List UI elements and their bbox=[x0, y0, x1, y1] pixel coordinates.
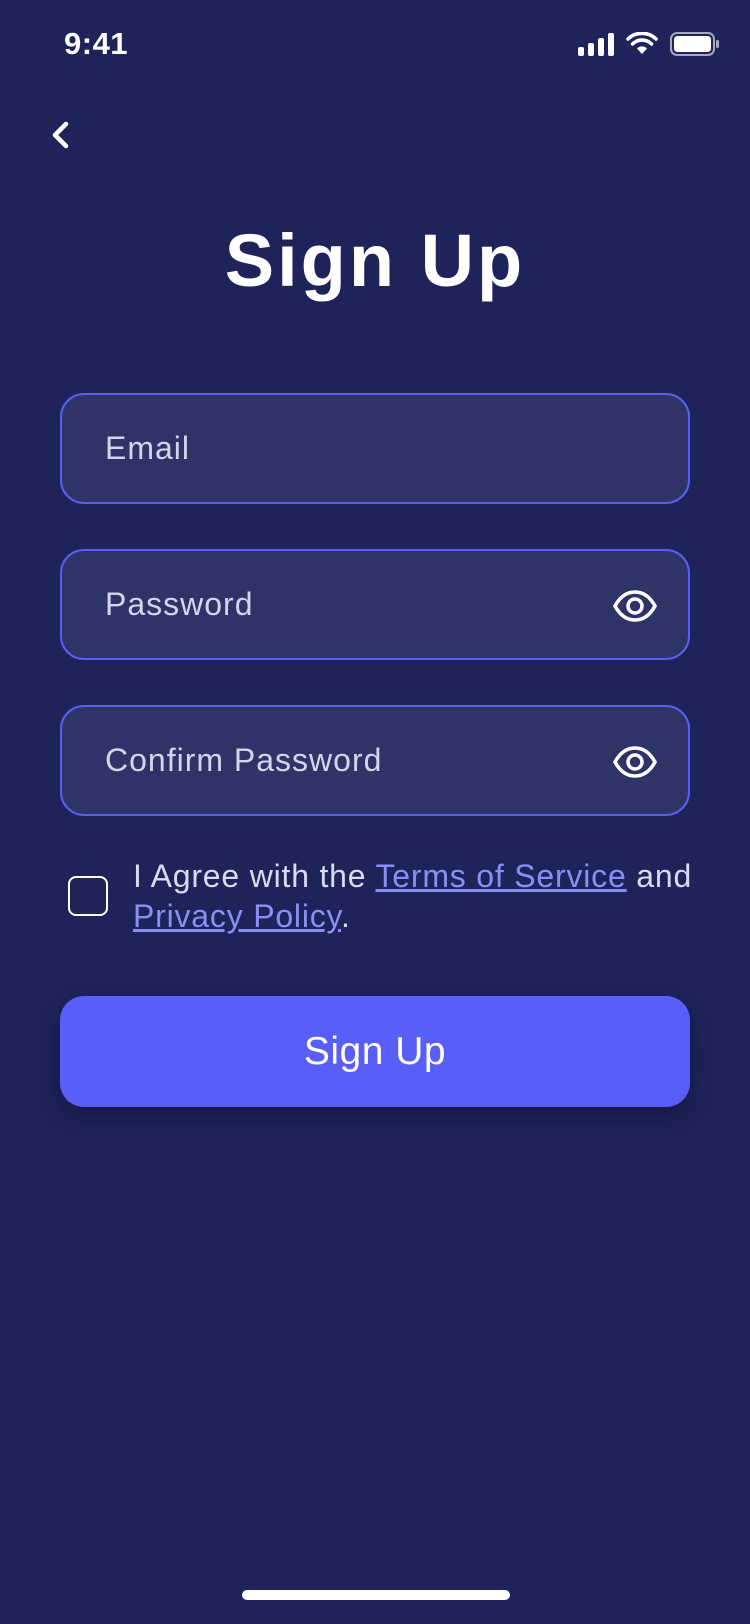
eye-icon bbox=[613, 590, 657, 622]
privacy-policy-link[interactable]: Privacy Policy bbox=[133, 898, 341, 934]
confirm-password-field-container bbox=[60, 705, 690, 816]
wifi-icon bbox=[626, 32, 658, 54]
agree-suffix: . bbox=[340, 898, 351, 934]
email-field-container bbox=[60, 393, 690, 504]
signup-screen: 9:41 Sign Up Email I Agree with the Term… bbox=[0, 0, 750, 1624]
email-input[interactable] bbox=[62, 395, 688, 502]
eye-icon bbox=[613, 746, 657, 778]
status-time: 9:41 bbox=[64, 26, 129, 61]
password-input[interactable] bbox=[62, 551, 688, 658]
agree-checkbox[interactable] bbox=[68, 876, 108, 916]
sign-up-button[interactable]: Sign Up bbox=[60, 996, 690, 1107]
status-icons bbox=[578, 32, 720, 56]
status-bar: 9:41 bbox=[0, 0, 750, 90]
confirm-password-visibility-toggle[interactable] bbox=[612, 741, 658, 783]
terms-of-service-link[interactable]: Terms of Service bbox=[376, 858, 627, 894]
password-field-container bbox=[60, 549, 690, 660]
home-indicator bbox=[242, 1590, 510, 1600]
agree-middle: and bbox=[626, 858, 693, 894]
page-title: Sign Up bbox=[224, 219, 526, 302]
battery-icon bbox=[670, 32, 719, 56]
back-button[interactable] bbox=[42, 110, 82, 160]
back-chevron-icon bbox=[52, 121, 69, 149]
password-visibility-toggle[interactable] bbox=[612, 585, 658, 627]
signal-icon bbox=[578, 32, 614, 56]
confirm-password-input[interactable] bbox=[62, 707, 688, 814]
agree-prefix: I Agree with the bbox=[133, 858, 376, 894]
agree-text: I Agree with the Terms of Service and Pr… bbox=[133, 856, 693, 936]
